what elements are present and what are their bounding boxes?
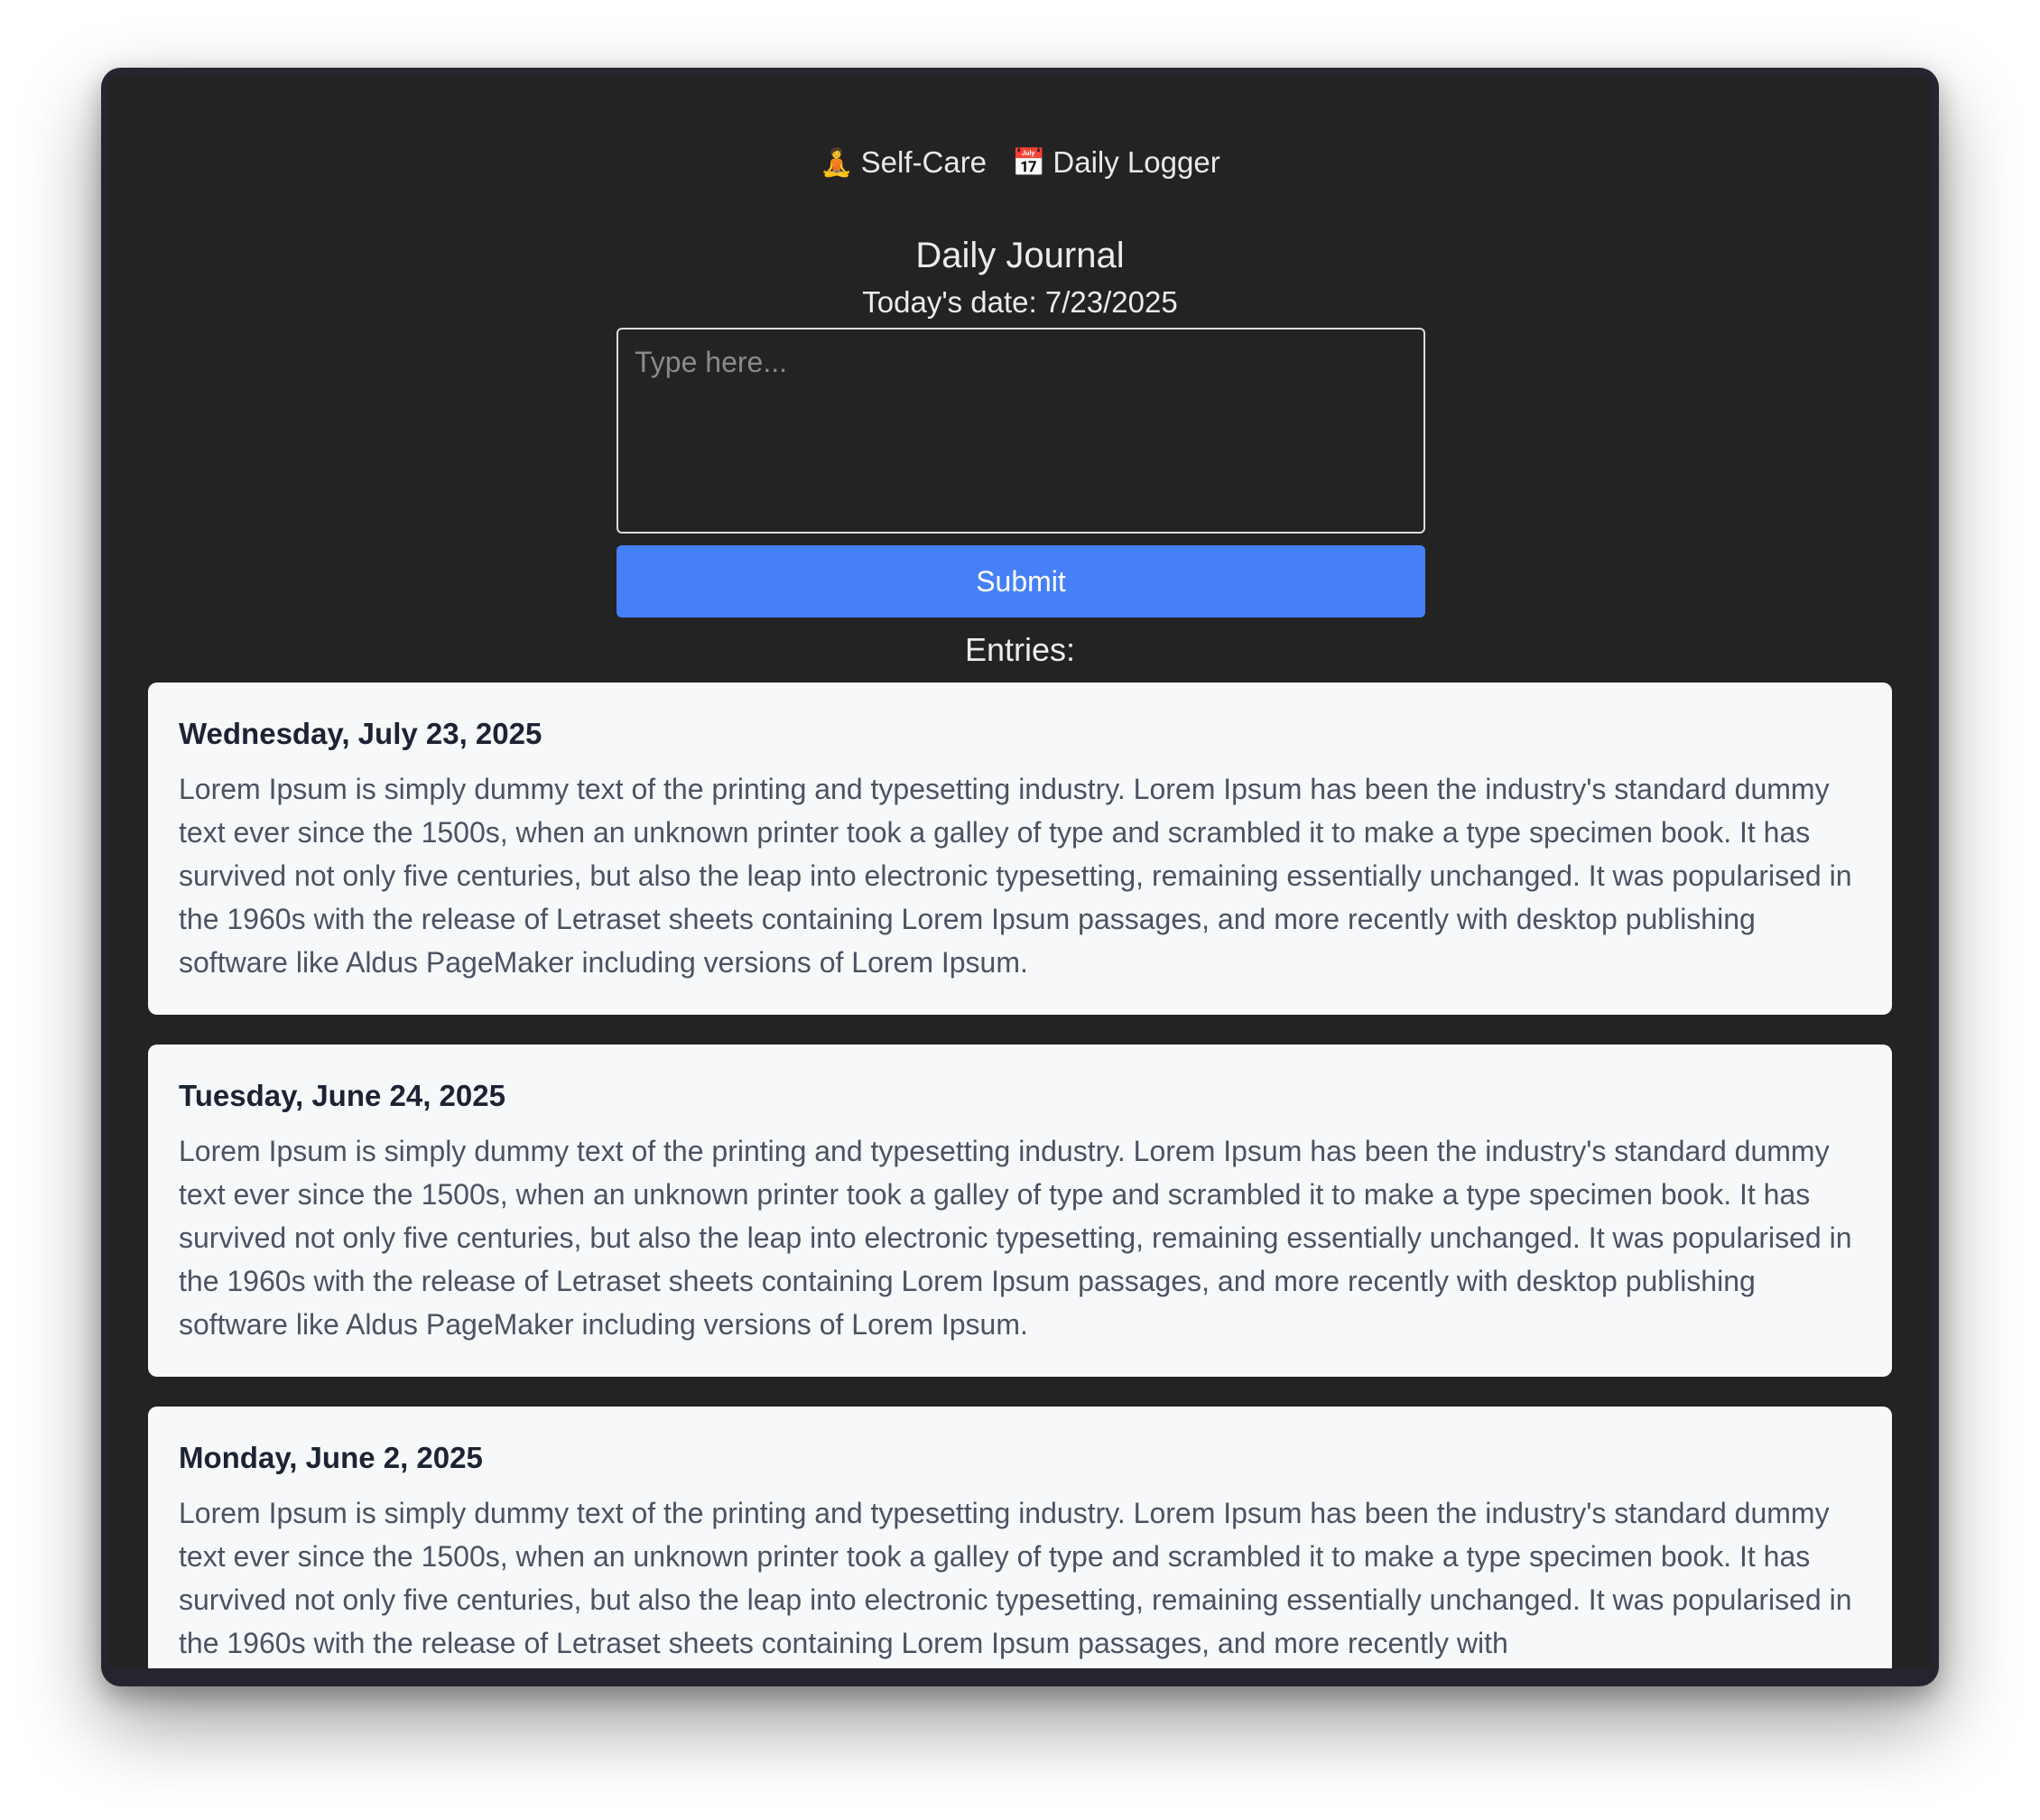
meditation-icon: 🧘: [820, 147, 854, 178]
nav-link-daily-logger[interactable]: 📅 Daily Logger: [1012, 145, 1220, 180]
entry-date: Tuesday, June 24, 2025: [179, 1079, 505, 1112]
entry-text: Lorem Ipsum is simply dummy text of the …: [179, 773, 1852, 979]
journal-entry-input[interactable]: [617, 328, 1425, 534]
page-viewport: 🧘 Self-Care 📅 Daily Logger Daily Journal…: [108, 75, 1932, 1668]
today-date-label: Today's date:: [862, 285, 1037, 319]
entry-card: Wednesday, July 23, 2025 Lorem Ipsum is …: [148, 682, 1892, 1015]
entry-date: Monday, June 2, 2025: [179, 1441, 483, 1474]
page-title: Daily Journal: [915, 236, 1125, 275]
entry-text: Lorem Ipsum is simply dummy text of the …: [179, 1135, 1852, 1341]
nav-link-label: Daily Logger: [1052, 145, 1220, 179]
entry-text: Lorem Ipsum is simply dummy text of the …: [179, 1497, 1852, 1659]
entry-card: Tuesday, June 24, 2025 Lorem Ipsum is si…: [148, 1045, 1892, 1377]
nav-link-label: Self-Care: [860, 145, 988, 179]
app-window: 🧘 Self-Care 📅 Daily Logger Daily Journal…: [101, 68, 1939, 1686]
entries-heading: Entries:: [964, 631, 1076, 668]
top-nav: 🧘 Self-Care 📅 Daily Logger: [108, 145, 1932, 180]
entry-date: Wednesday, July 23, 2025: [179, 717, 542, 750]
today-date-value: 7/23/2025: [1044, 285, 1178, 319]
today-date: Today's date: 7/23/2025: [108, 285, 1932, 320]
submit-button[interactable]: Submit: [617, 545, 1425, 618]
entries-list: Wednesday, July 23, 2025 Lorem Ipsum is …: [148, 682, 1892, 1668]
nav-link-self-care[interactable]: 🧘 Self-Care: [820, 145, 987, 180]
entry-card: Monday, June 2, 2025 Lorem Ipsum is simp…: [148, 1407, 1892, 1668]
calendar-icon: 📅: [1012, 147, 1046, 178]
